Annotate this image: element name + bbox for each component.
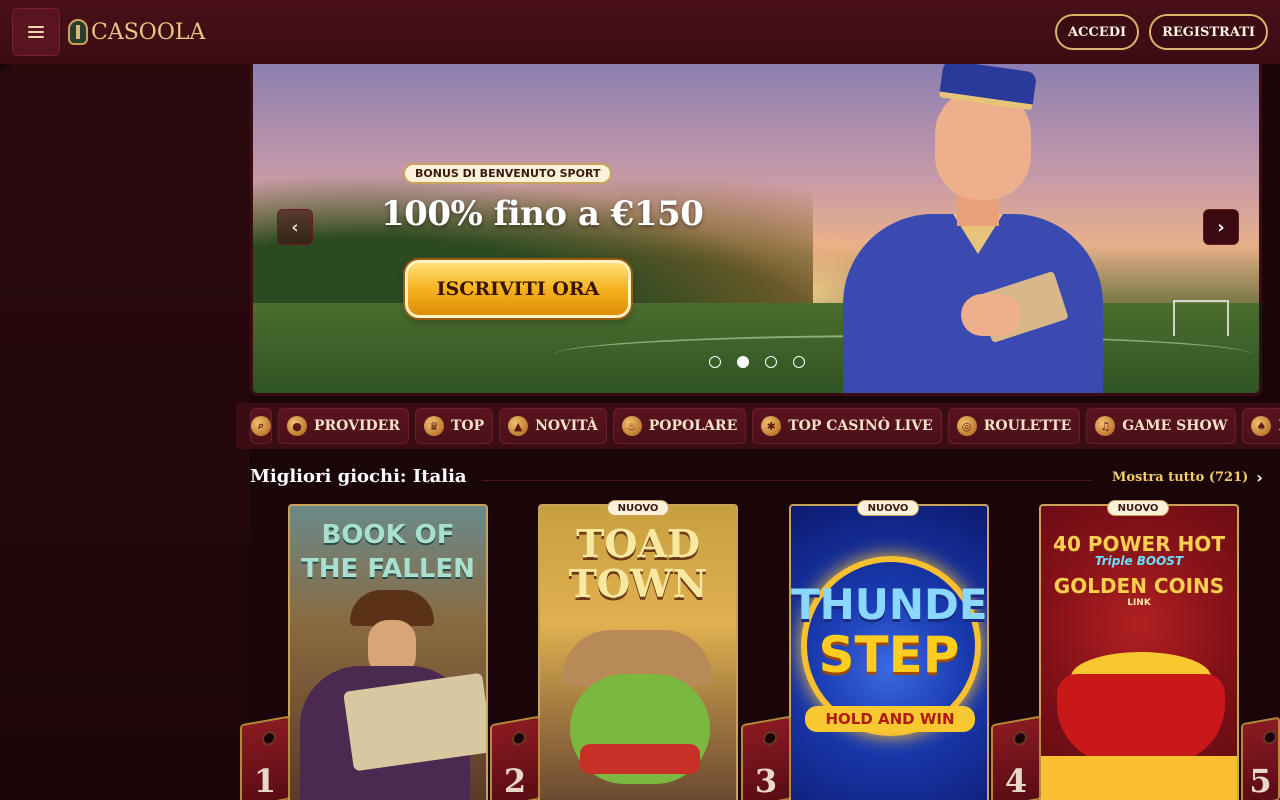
search-icon: ⌕ — [251, 416, 271, 436]
login-button[interactable]: ACCEDI — [1055, 14, 1140, 50]
bell-icon: ▲ — [508, 416, 529, 436]
chevron-left-icon: ‹ — [291, 216, 299, 238]
rank-tag: 3 — [741, 715, 791, 800]
hero-content: BONUS DI BENVENUTO SPORT 100% fino a €15… — [381, 162, 704, 318]
chevron-right-icon: › — [1217, 216, 1225, 238]
gold-coins-floor — [1041, 756, 1237, 800]
signup-cta-button[interactable]: ISCRIVITI ORA — [405, 260, 631, 318]
game-card-thunder-step[interactable]: THUNDER STEP HOLD AND WIN — [789, 504, 989, 800]
category-label: GAME SHOW — [1122, 418, 1228, 434]
bandana — [580, 744, 700, 774]
flame-icon: ♨ — [621, 416, 642, 436]
chevron-right-icon: › — [1256, 468, 1263, 487]
game-card-toad-town[interactable]: TOAD TOWN — [538, 504, 738, 800]
category-label: PROVIDER — [314, 418, 400, 434]
section-divider — [482, 480, 1092, 481]
hero-banner[interactable]: BONUS DI BENVENUTO SPORT 100% fino a €15… — [250, 64, 1262, 396]
category-search-button[interactable]: ⌕ — [250, 408, 272, 444]
category-label: NOVITÀ — [535, 418, 598, 434]
sidebar-panel — [0, 64, 250, 800]
rank-tag: 4 — [991, 715, 1041, 800]
pot — [1057, 674, 1225, 764]
category-popolare[interactable]: ♨ POPOLARE — [612, 408, 747, 444]
new-badge: NUOVO — [857, 500, 919, 516]
show-all-label: Mostra tutto (721) — [1112, 470, 1249, 485]
cards-icon: ♠ — [1251, 416, 1272, 436]
category-provider[interactable]: ● PROVIDER — [278, 408, 409, 444]
game-title: BOOK OF THE FALLEN — [301, 520, 475, 584]
game-tag: LINK — [1127, 598, 1151, 608]
show-all-link[interactable]: Mostra tutto (721) › — [1112, 468, 1263, 487]
crown-icon: ♛ — [423, 416, 444, 436]
rank-tag: 1 — [240, 715, 290, 800]
category-top-casino-live[interactable]: ✱ TOP CASINÒ LIVE — [752, 408, 942, 444]
carousel-dots — [709, 356, 805, 368]
logo[interactable]: CASOOLA — [68, 19, 205, 45]
game-title: TOAD TOWN — [568, 521, 708, 606]
section-title: Migliori giochi: Italia — [250, 466, 467, 487]
carousel-dot-active[interactable] — [737, 356, 749, 368]
provider-icon: ● — [287, 416, 307, 436]
category-game-show[interactable]: ♫ GAME SHOW — [1086, 408, 1237, 444]
category-label: TOP — [450, 418, 485, 434]
game-title: 40 POWER HOT — [1053, 532, 1225, 556]
rank-tag: 5 — [1241, 716, 1280, 800]
category-label: ROULETTE — [983, 418, 1072, 434]
logo-text: CASOOLA — [91, 19, 206, 45]
game-card-40-power-hot[interactable]: 40 POWER HOT Triple BOOST GOLDEN COINS L… — [1039, 504, 1239, 800]
category-top[interactable]: ♛ TOP — [414, 408, 494, 444]
game-subtitle: Triple BOOST — [1094, 554, 1184, 568]
chip-icon: ✱ — [761, 416, 782, 436]
game-subtitle: HOLD AND WIN — [805, 706, 975, 732]
game-title-line2: GOLDEN COINS — [1053, 574, 1225, 598]
roulette-icon: ◎ — [956, 416, 977, 436]
category-label: POPOLARE — [648, 418, 738, 434]
rank-tag: 2 — [490, 715, 540, 800]
hero-title: 100% fino a €150 — [381, 194, 704, 234]
carousel-dot[interactable] — [765, 356, 777, 368]
category-novita[interactable]: ▲ NOVITÀ — [499, 408, 607, 444]
menu-button[interactable] — [12, 8, 60, 56]
game-title: THUNDER STEP — [791, 580, 988, 684]
top-header: CASOOLA ACCEDI REGISTRATI — [0, 0, 1280, 64]
carousel-prev-button[interactable]: ‹ — [277, 209, 313, 245]
hero-goal — [1173, 300, 1229, 336]
microphone-icon: ♫ — [1095, 416, 1116, 436]
hero-character — [843, 64, 1123, 393]
category-roulette[interactable]: ◎ ROULETTE — [947, 408, 1081, 444]
category-blackjack[interactable]: ♠ BL — [1242, 408, 1280, 444]
carousel-dot[interactable] — [709, 356, 721, 368]
logo-emblem-icon — [68, 19, 88, 45]
category-label: TOP CASINÒ LIVE — [788, 418, 933, 434]
new-badge: NUOVO — [1107, 500, 1169, 516]
new-badge: NUOVO — [607, 500, 669, 516]
game-card-book-of-the-fallen[interactable]: BOOK OF THE FALLEN — [288, 504, 488, 800]
category-bar: ⌕ ● PROVIDER ♛ TOP ▲ NOVITÀ ♨ POPOLARE ✱… — [236, 403, 1280, 449]
hamburger-icon — [28, 26, 44, 38]
carousel-next-button[interactable]: › — [1203, 209, 1239, 245]
register-button[interactable]: REGISTRATI — [1149, 14, 1268, 50]
hero-badge: BONUS DI BENVENUTO SPORT — [403, 163, 613, 184]
carousel-dot[interactable] — [793, 356, 805, 368]
